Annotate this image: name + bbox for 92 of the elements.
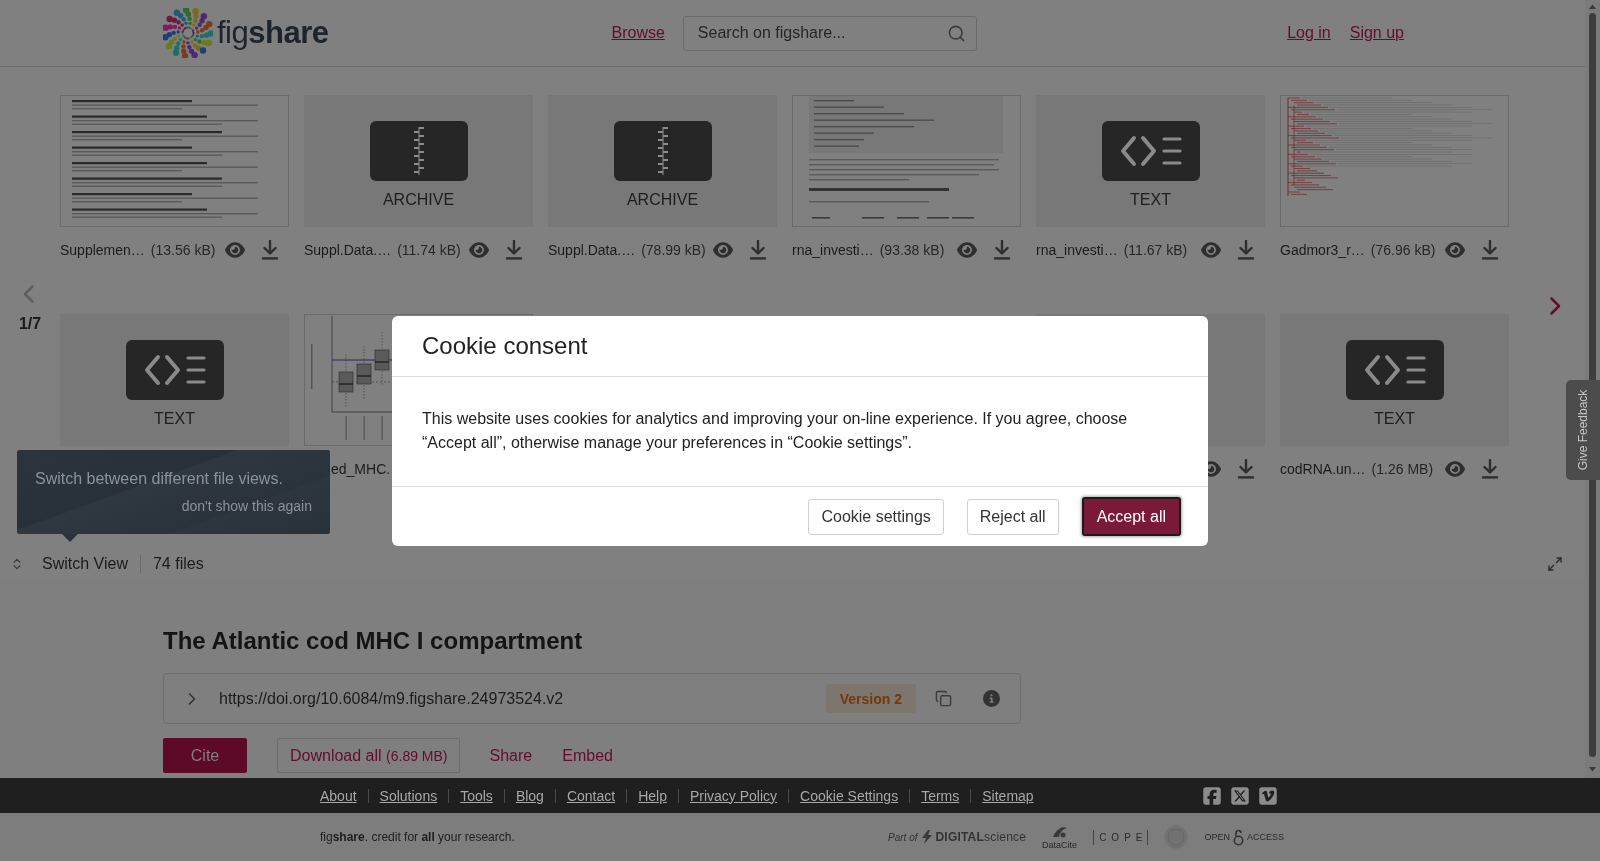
file-name[interactable]: Suppl.Data.… xyxy=(548,242,636,258)
switch-view-button[interactable]: Switch View xyxy=(10,554,128,573)
footer-link[interactable]: Help xyxy=(638,787,667,804)
footer-link[interactable]: Privacy Policy xyxy=(689,787,778,804)
facebook-icon[interactable] xyxy=(1202,785,1222,806)
file-type-label: TEXT xyxy=(1130,190,1171,210)
accept-button[interactable]: Accept all xyxy=(1081,497,1181,536)
download-all-button[interactable]: Download all (6.89 MB) xyxy=(277,738,460,773)
spiral-dots-logo-icon xyxy=(163,8,213,58)
file-size: (13.56 kB) xyxy=(150,242,216,258)
file-name[interactable]: codRNA.un… xyxy=(1280,461,1366,477)
file-name[interactable]: Gadmor3_r… xyxy=(1280,242,1365,258)
auth-link[interactable]: Log in xyxy=(1287,24,1331,42)
footer-link[interactable]: Blog xyxy=(515,787,544,804)
info-icon[interactable] xyxy=(983,690,1000,707)
feedback-tab[interactable]: Give Feedback xyxy=(1566,380,1600,480)
download-icon[interactable] xyxy=(749,240,767,260)
zipper-icon xyxy=(369,121,468,181)
file-name[interactable]: Suppl.Data.… xyxy=(304,242,392,258)
file-size: (11.74 kB) xyxy=(397,242,461,258)
search-icon[interactable] xyxy=(946,23,966,43)
file-size: (11.67 kB) xyxy=(1123,242,1188,258)
code-icon xyxy=(1101,121,1200,181)
partner-logo-text: DIGITALscience xyxy=(935,830,1027,844)
tagline: figshare. credit for all your research. xyxy=(320,830,515,844)
file-name[interactable]: Supplemen… xyxy=(60,242,145,258)
tooltip-message: Switch between different file views. xyxy=(35,469,283,489)
file-tile[interactable]: TEXT xyxy=(60,314,289,446)
page-indicator: 1/7 xyxy=(18,315,42,333)
document-thumbnail[interactable] xyxy=(60,95,289,227)
partner-logo-text: COPE xyxy=(1093,829,1149,845)
footer-link[interactable]: About xyxy=(320,787,357,804)
footer-link[interactable]: Cookie Settings xyxy=(800,787,899,804)
x-icon[interactable] xyxy=(1230,785,1250,806)
vimeo-icon[interactable] xyxy=(1258,785,1278,806)
footer-link[interactable]: Solutions xyxy=(379,787,438,804)
file-size: (93.38 kB) xyxy=(879,242,945,258)
file-type-label: TEXT xyxy=(1374,409,1415,429)
partner-logo-text: DataCite xyxy=(1042,839,1078,850)
file-type-label: ARCHIVE xyxy=(382,190,455,210)
download-icon[interactable] xyxy=(1237,240,1255,260)
file-size: (1.26 MB) xyxy=(1371,461,1434,477)
partner-caption: Part of xyxy=(888,831,918,843)
dismiss-link[interactable]: don't show this again xyxy=(181,498,312,514)
file-count: 74 files xyxy=(152,554,204,573)
footer-link[interactable]: Contact xyxy=(566,787,616,804)
tree-figure-thumbnail[interactable] xyxy=(1280,95,1509,227)
doi-link[interactable]: https://doi.org/10.6084/m9.figshare.24973524.v2 xyxy=(219,689,564,708)
dialog-button[interactable]: Reject all xyxy=(966,498,1059,535)
search-field[interactable]: Search on figshare... xyxy=(682,15,977,51)
action-link[interactable]: Share xyxy=(489,746,533,765)
fullscreen-icon[interactable] xyxy=(1547,555,1563,572)
document-thumbnail[interactable] xyxy=(792,95,1021,227)
code-icon xyxy=(1345,340,1444,400)
download-icon[interactable] xyxy=(1481,459,1499,479)
file-tile[interactable]: ARCHIVE xyxy=(304,95,533,227)
file-name[interactable]: rna_investi… xyxy=(792,242,874,258)
file-type-label: ARCHIVE xyxy=(626,190,699,210)
file-tile[interactable]: TEXT xyxy=(1280,314,1509,446)
version-tag: Version 2 xyxy=(825,684,916,713)
file-size: (78.99 kB) xyxy=(641,242,706,258)
download-icon[interactable] xyxy=(261,240,279,260)
download-icon[interactable] xyxy=(1481,240,1499,260)
bolt-mark-icon xyxy=(920,830,933,844)
footer-link[interactable]: Sitemap xyxy=(982,787,1034,804)
partner-logo-text: ACCESS xyxy=(1247,832,1284,842)
dialog-button[interactable]: Cookie settings xyxy=(808,498,944,535)
zipper-icon xyxy=(613,121,712,181)
download-icon[interactable] xyxy=(1237,459,1255,479)
file-type-label: TEXT xyxy=(154,409,195,429)
code-icon xyxy=(125,340,224,400)
consent-message: This website uses cookies for analytics and improving your on-line experience. If you agree, choose “Accept all”, otherwise manage your preferences in “Cookie settings”. xyxy=(422,409,1129,453)
footer-link[interactable]: Terms xyxy=(921,787,960,804)
footer-link[interactable]: Tools xyxy=(460,787,493,804)
file-tile[interactable]: TEXT xyxy=(1036,95,1265,227)
auth-link[interactable]: Sign up xyxy=(1349,24,1404,42)
file-tile[interactable]: ARCHIVE xyxy=(548,95,777,227)
open-lock-icon xyxy=(1233,828,1244,846)
copy-icon[interactable] xyxy=(935,690,952,707)
item-title: The Atlantic cod MHC I compartment xyxy=(163,627,583,655)
browse-link[interactable]: Browse xyxy=(611,24,665,42)
logo-text[interactable]: figshare xyxy=(217,15,329,51)
file-name[interactable]: rna_investi… xyxy=(1036,242,1118,258)
dialog-title: Cookie consent xyxy=(422,332,588,360)
download-icon[interactable] xyxy=(993,240,1011,260)
datacite-mark-icon xyxy=(1050,824,1069,839)
file-name[interactable]: ed_MHC. xyxy=(331,461,391,477)
file-size: (76.96 kB) xyxy=(1370,242,1436,258)
action-link[interactable]: Embed xyxy=(562,746,613,765)
cite-button[interactable]: Cite xyxy=(163,738,247,773)
download-icon[interactable] xyxy=(505,240,523,260)
partner-logo-text: OPEN xyxy=(1204,832,1230,842)
